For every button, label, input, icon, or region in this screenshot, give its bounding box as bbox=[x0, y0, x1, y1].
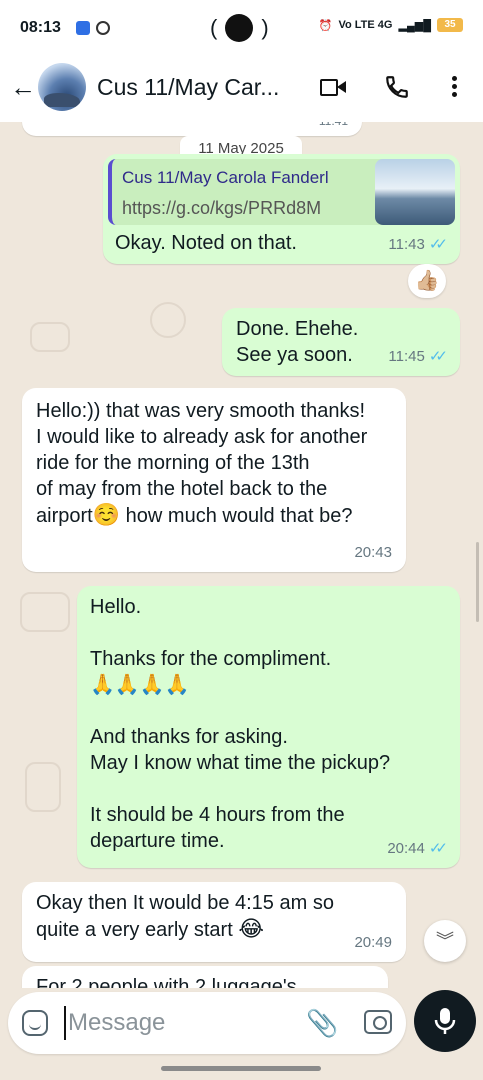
wallpaper-doodle bbox=[150, 302, 186, 338]
status-time: 08:13 bbox=[20, 19, 61, 36]
camera-icon[interactable] bbox=[364, 1010, 392, 1034]
read-ticks-icon: ✓✓ bbox=[428, 348, 448, 365]
chat-area[interactable]: 11:41 11 May 2025 Cus 11/May Carola Fand… bbox=[0, 122, 483, 988]
alarm-icon: ⏰ bbox=[318, 19, 333, 32]
read-ticks-icon: ✓✓ bbox=[428, 236, 448, 253]
message-text: Done. Ehehe. See ya soon. bbox=[236, 318, 359, 366]
chat-header: ← Cus 11/May Car... bbox=[0, 56, 483, 122]
message-text-main: Okay then It would be 4:15 am so quite a… bbox=[36, 892, 334, 941]
sticker-icon[interactable] bbox=[22, 1010, 48, 1036]
message-partial-top[interactable]: 11:41 bbox=[22, 122, 362, 136]
wallpaper-doodle bbox=[30, 322, 70, 352]
message-text: Okay then It would be 4:15 am so quite a… bbox=[36, 890, 334, 943]
message-time: 20:44 bbox=[387, 840, 425, 857]
paperclip-icon[interactable]: 📎 bbox=[306, 1008, 338, 1039]
scrollbar[interactable] bbox=[476, 542, 479, 622]
message-input[interactable] bbox=[64, 1006, 274, 1040]
message-text-tail: how much would that be? bbox=[120, 505, 353, 527]
microphone-icon[interactable] bbox=[414, 990, 476, 1052]
data-notification-icon bbox=[96, 21, 110, 35]
read-ticks-icon: ✓✓ bbox=[428, 840, 448, 857]
message-outgoing[interactable]: Hello. Thanks for the compliment. 🙏🙏🙏🙏 A… bbox=[77, 586, 460, 868]
reaction-badge[interactable]: 👍🏼 bbox=[408, 264, 446, 298]
smile-emoji: ☺️ bbox=[92, 502, 121, 527]
status-right: ⏰ Vo LTE 4G ▂▄▆█ 35 bbox=[319, 18, 463, 32]
message-outgoing-quote[interactable]: Cus 11/May Carola Fanderl https://g.co/k… bbox=[103, 154, 460, 264]
signal-icon: ▂▄▆█ bbox=[398, 19, 431, 32]
composer-pill: 📎 bbox=[8, 992, 406, 1054]
video-camera-icon[interactable] bbox=[320, 74, 348, 102]
navigation-bar bbox=[0, 1058, 483, 1080]
message-incoming[interactable]: Hello:)) that was very smooth thanks! I … bbox=[22, 388, 406, 572]
link-thumbnail bbox=[375, 159, 455, 225]
message-meta: 11:45 ✓✓ bbox=[388, 344, 448, 370]
hotspot-icon bbox=[225, 14, 254, 42]
message-text: Hello:)) that was very smooth thanks! I … bbox=[36, 398, 401, 529]
laughing-emoji: 😂 bbox=[238, 916, 265, 941]
arrow-left-icon[interactable]: ← bbox=[10, 74, 36, 100]
network-label: Vo LTE 4G bbox=[338, 19, 393, 31]
message-time: 11:41 bbox=[319, 122, 348, 134]
home-indicator[interactable] bbox=[161, 1066, 321, 1071]
app-notification-icon bbox=[76, 21, 90, 35]
status-bar: 08:13 () ⏰ Vo LTE 4G ▂▄▆█ 35 bbox=[0, 0, 483, 56]
avatar[interactable] bbox=[38, 63, 86, 111]
message-text: For 2 people with 2 luggage's bbox=[36, 976, 297, 988]
wallpaper-doodle bbox=[25, 762, 61, 812]
message-time: 11:43 bbox=[388, 236, 425, 253]
scroll-to-bottom-button[interactable]: ︾ bbox=[424, 920, 466, 962]
dynamic-island: () bbox=[210, 14, 269, 42]
message-meta: 20:43 bbox=[354, 540, 392, 566]
battery-icon: 35 bbox=[437, 18, 463, 32]
phone-icon[interactable] bbox=[384, 74, 412, 102]
composer: 📎 bbox=[0, 988, 483, 1058]
message-time: 20:49 bbox=[354, 934, 392, 951]
status-left: 08:13 bbox=[20, 19, 110, 37]
message-outgoing[interactable]: Done. Ehehe. See ya soon. 11:45 ✓✓ bbox=[222, 308, 460, 376]
message-meta: 20:49 bbox=[354, 930, 392, 956]
message-text: Okay. Noted on that. bbox=[115, 232, 297, 254]
message-incoming-partial[interactable]: For 2 people with 2 luggage's bbox=[22, 966, 388, 988]
message-time: 20:43 bbox=[354, 544, 392, 561]
message-incoming[interactable]: Okay then It would be 4:15 am so quite a… bbox=[22, 882, 406, 962]
chat-title[interactable]: Cus 11/May Car... bbox=[97, 74, 279, 101]
message-text: Hello. Thanks for the compliment. 🙏🙏🙏🙏 A… bbox=[90, 596, 391, 852]
message-meta: 11:43 ✓✓ bbox=[388, 232, 448, 258]
wallpaper-doodle bbox=[20, 592, 70, 632]
message-time: 11:45 bbox=[388, 348, 425, 365]
message-meta: 20:44 ✓✓ bbox=[387, 836, 448, 862]
more-vertical-icon[interactable] bbox=[444, 74, 464, 102]
